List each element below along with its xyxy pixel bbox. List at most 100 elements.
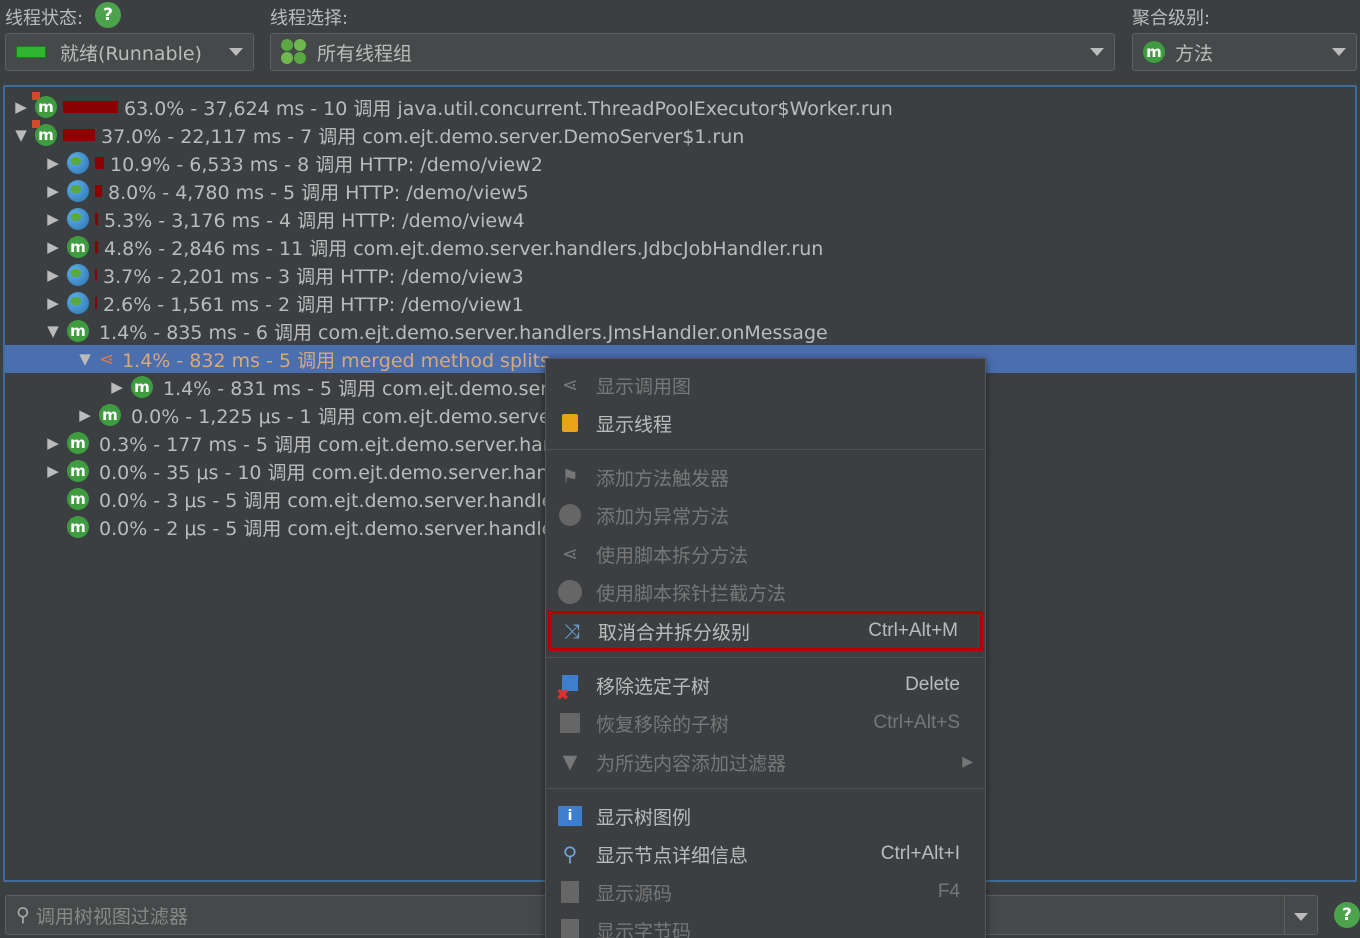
menu-item-restore-subtree[interactable]: 恢复移除的子树 Ctrl+Alt+S	[546, 705, 985, 741]
tree-row[interactable]: ▶ m 4.8% - 2,846 ms - 11 调用 com.ejt.demo…	[5, 233, 1355, 261]
tree-row-label: 3.7% - 2,201 ms - 3 调用 HTTP: /demo/view3	[103, 265, 524, 288]
percentage-bar	[63, 129, 95, 141]
thread-state-dropdown[interactable]: 就绪(Runnable)	[5, 33, 254, 71]
expand-arrow-icon[interactable]: ▶	[11, 98, 31, 116]
menu-item-label: 显示调用图	[596, 375, 692, 398]
bytecode-icon	[556, 918, 584, 938]
tree-row[interactable]: ▼ m 37.0% - 22,117 ms - 7 调用 com.ejt.dem…	[5, 120, 1355, 149]
collapse-arrow-icon[interactable]: ▼	[11, 126, 31, 144]
expand-arrow-icon[interactable]: ▶	[75, 406, 95, 424]
percentage-bar	[95, 269, 97, 281]
expand-arrow-icon[interactable]: ▶	[43, 238, 63, 256]
search-icon: ⚲	[16, 904, 30, 926]
tree-row-label: 1.4% - 831 ms - 5 调用 com.ejt.demo.ser	[163, 377, 549, 400]
remove-subtree-icon: ✖	[556, 673, 584, 704]
percentage-bar	[95, 213, 98, 225]
menu-item-shortcut: Ctrl+Alt+M	[868, 620, 958, 641]
menu-separator	[546, 657, 985, 658]
chevron-down-icon	[229, 48, 243, 56]
menu-item-add-exception-method[interactable]: 添加为异常方法	[546, 497, 985, 533]
tree-row[interactable]: ▶ 8.0% - 4,780 ms - 5 调用 HTTP: /demo/vie…	[5, 177, 1355, 205]
filter-dropdown-button[interactable]	[1284, 895, 1318, 935]
expand-arrow-icon[interactable]: ▶	[107, 378, 127, 396]
tree-row-label: 37.0% - 22,117 ms - 7 调用 com.ejt.demo.se…	[101, 125, 745, 148]
globe-icon	[67, 180, 89, 202]
tree-row[interactable]: ▶ 3.7% - 2,201 ms - 3 调用 HTTP: /demo/vie…	[5, 261, 1355, 289]
menu-item-show-threads[interactable]: 显示线程	[546, 405, 985, 441]
menu-item-show-call-graph[interactable]: ⋖ 显示调用图	[546, 367, 985, 403]
method-icon: m	[67, 488, 89, 510]
aggregation-dropdown[interactable]: m 方法	[1132, 33, 1357, 71]
menu-item-shortcut: Ctrl+Alt+I	[880, 843, 960, 864]
source-file-icon	[556, 880, 584, 904]
funnel-icon: ▼	[562, 751, 578, 773]
tree-row-label: 0.3% - 177 ms - 5 调用 com.ejt.demo.server…	[99, 433, 551, 456]
tree-row-label: 1.4% - 835 ms - 6 调用 com.ejt.demo.server…	[99, 321, 828, 344]
percentage-bar	[95, 185, 102, 197]
tree-row[interactable]: ▶ 2.6% - 1,561 ms - 2 调用 HTTP: /demo/vie…	[5, 289, 1355, 317]
expand-arrow-icon[interactable]: ▶	[43, 266, 63, 284]
tree-row-label: 4.8% - 2,846 ms - 11 调用 com.ejt.demo.ser…	[104, 237, 824, 260]
menu-item-show-tree-legend[interactable]: i 显示树图例	[546, 798, 985, 834]
method-icon: m	[32, 120, 57, 146]
tree-row[interactable]: ▶ 10.9% - 6,533 ms - 8 调用 HTTP: /demo/vi…	[5, 149, 1355, 177]
menu-item-unmerge-split-level[interactable]: ⤨ 取消合并拆分级别 Ctrl+Alt+M	[548, 611, 983, 651]
menu-item-show-bytecode[interactable]: 显示字节码	[546, 912, 985, 938]
expand-arrow-icon[interactable]: ▶	[43, 210, 63, 228]
menu-item-shortcut: Ctrl+Alt+S	[873, 712, 960, 733]
help-icon[interactable]: ?	[95, 2, 121, 28]
thread-select-label: 线程选择:	[270, 8, 349, 29]
menu-item-script-probe[interactable]: 使用脚本探针拦截方法	[546, 574, 985, 610]
expand-arrow-icon[interactable]: ▶	[43, 434, 63, 452]
thread-group-dropdown[interactable]: 所有线程组	[270, 33, 1115, 71]
restore-subtree-icon	[556, 711, 584, 735]
expand-arrow-icon[interactable]: ▶	[43, 154, 63, 172]
globe-icon	[67, 152, 89, 174]
menu-item-label: 取消合并拆分级别	[598, 621, 751, 644]
chevron-down-icon	[1332, 48, 1346, 56]
menu-item-show-source[interactable]: 显示源码 F4	[546, 874, 985, 910]
thread-group-icon	[281, 39, 307, 65]
menu-item-label: 添加方法触发器	[596, 467, 730, 490]
menu-item-label: 为所选内容添加过滤器	[596, 752, 787, 775]
expand-arrow-icon[interactable]: ▶	[43, 182, 63, 200]
menu-separator	[546, 788, 985, 789]
menu-item-add-method-trigger[interactable]: ⚑ 添加方法触发器	[546, 459, 985, 495]
thread-state-value: 就绪(Runnable)	[60, 42, 202, 65]
thread-group-value: 所有线程组	[317, 42, 413, 65]
menu-item-script-split[interactable]: ⋖ 使用脚本拆分方法	[546, 536, 985, 572]
aggregation-value: 方法	[1175, 42, 1214, 65]
menu-item-label: 移除选定子树	[596, 675, 711, 698]
expand-arrow-icon[interactable]: ▶	[43, 294, 63, 312]
help-icon[interactable]: ?	[1334, 902, 1360, 928]
menu-item-show-node-details[interactable]: ⚲ 显示节点详细信息 Ctrl+Alt+I	[546, 836, 985, 872]
menu-item-remove-subtree[interactable]: ✖ 移除选定子树 Delete	[546, 667, 985, 704]
collapse-arrow-icon[interactable]: ▼	[75, 350, 95, 368]
magnifier-icon: ⚲	[562, 842, 578, 866]
menu-item-label: 恢复移除的子树	[596, 713, 730, 736]
menu-separator	[546, 449, 985, 450]
collapse-arrow-icon[interactable]: ▼	[43, 322, 63, 340]
tree-row-label: 1.4% - 832 ms - 5 调用 merged method split…	[122, 349, 550, 372]
menu-item-shortcut: Delete	[905, 674, 960, 695]
thread-state-label: 线程状态:	[5, 8, 84, 29]
tree-row[interactable]: ▼ m 1.4% - 835 ms - 6 调用 com.ejt.demo.se…	[5, 317, 1355, 345]
tree-row-label: 10.9% - 6,533 ms - 8 调用 HTTP: /demo/view…	[110, 153, 543, 176]
menu-item-label: 显示字节码	[596, 920, 692, 938]
percentage-bar	[95, 157, 104, 169]
menu-item-add-filter[interactable]: ▼ 为所选内容添加过滤器 ▶	[546, 744, 985, 780]
tree-row[interactable]: ▶ m 63.0% - 37,624 ms - 10 调用 java.util.…	[5, 92, 1355, 121]
submenu-arrow-icon: ▶	[962, 754, 973, 770]
tree-row[interactable]: ▶ 5.3% - 3,176 ms - 4 调用 HTTP: /demo/vie…	[5, 205, 1355, 233]
probe-icon	[556, 580, 584, 604]
method-icon: m	[131, 376, 153, 398]
menu-item-label: 显示线程	[596, 413, 673, 436]
percentage-bar	[63, 101, 118, 113]
method-icon: m	[99, 404, 121, 426]
method-icon: m	[67, 236, 89, 258]
threads-icon	[556, 411, 584, 435]
menu-item-label: 显示源码	[596, 882, 673, 905]
method-icon: m	[67, 516, 89, 538]
percentage-bar	[95, 241, 98, 253]
expand-arrow-icon[interactable]: ▶	[43, 462, 63, 480]
